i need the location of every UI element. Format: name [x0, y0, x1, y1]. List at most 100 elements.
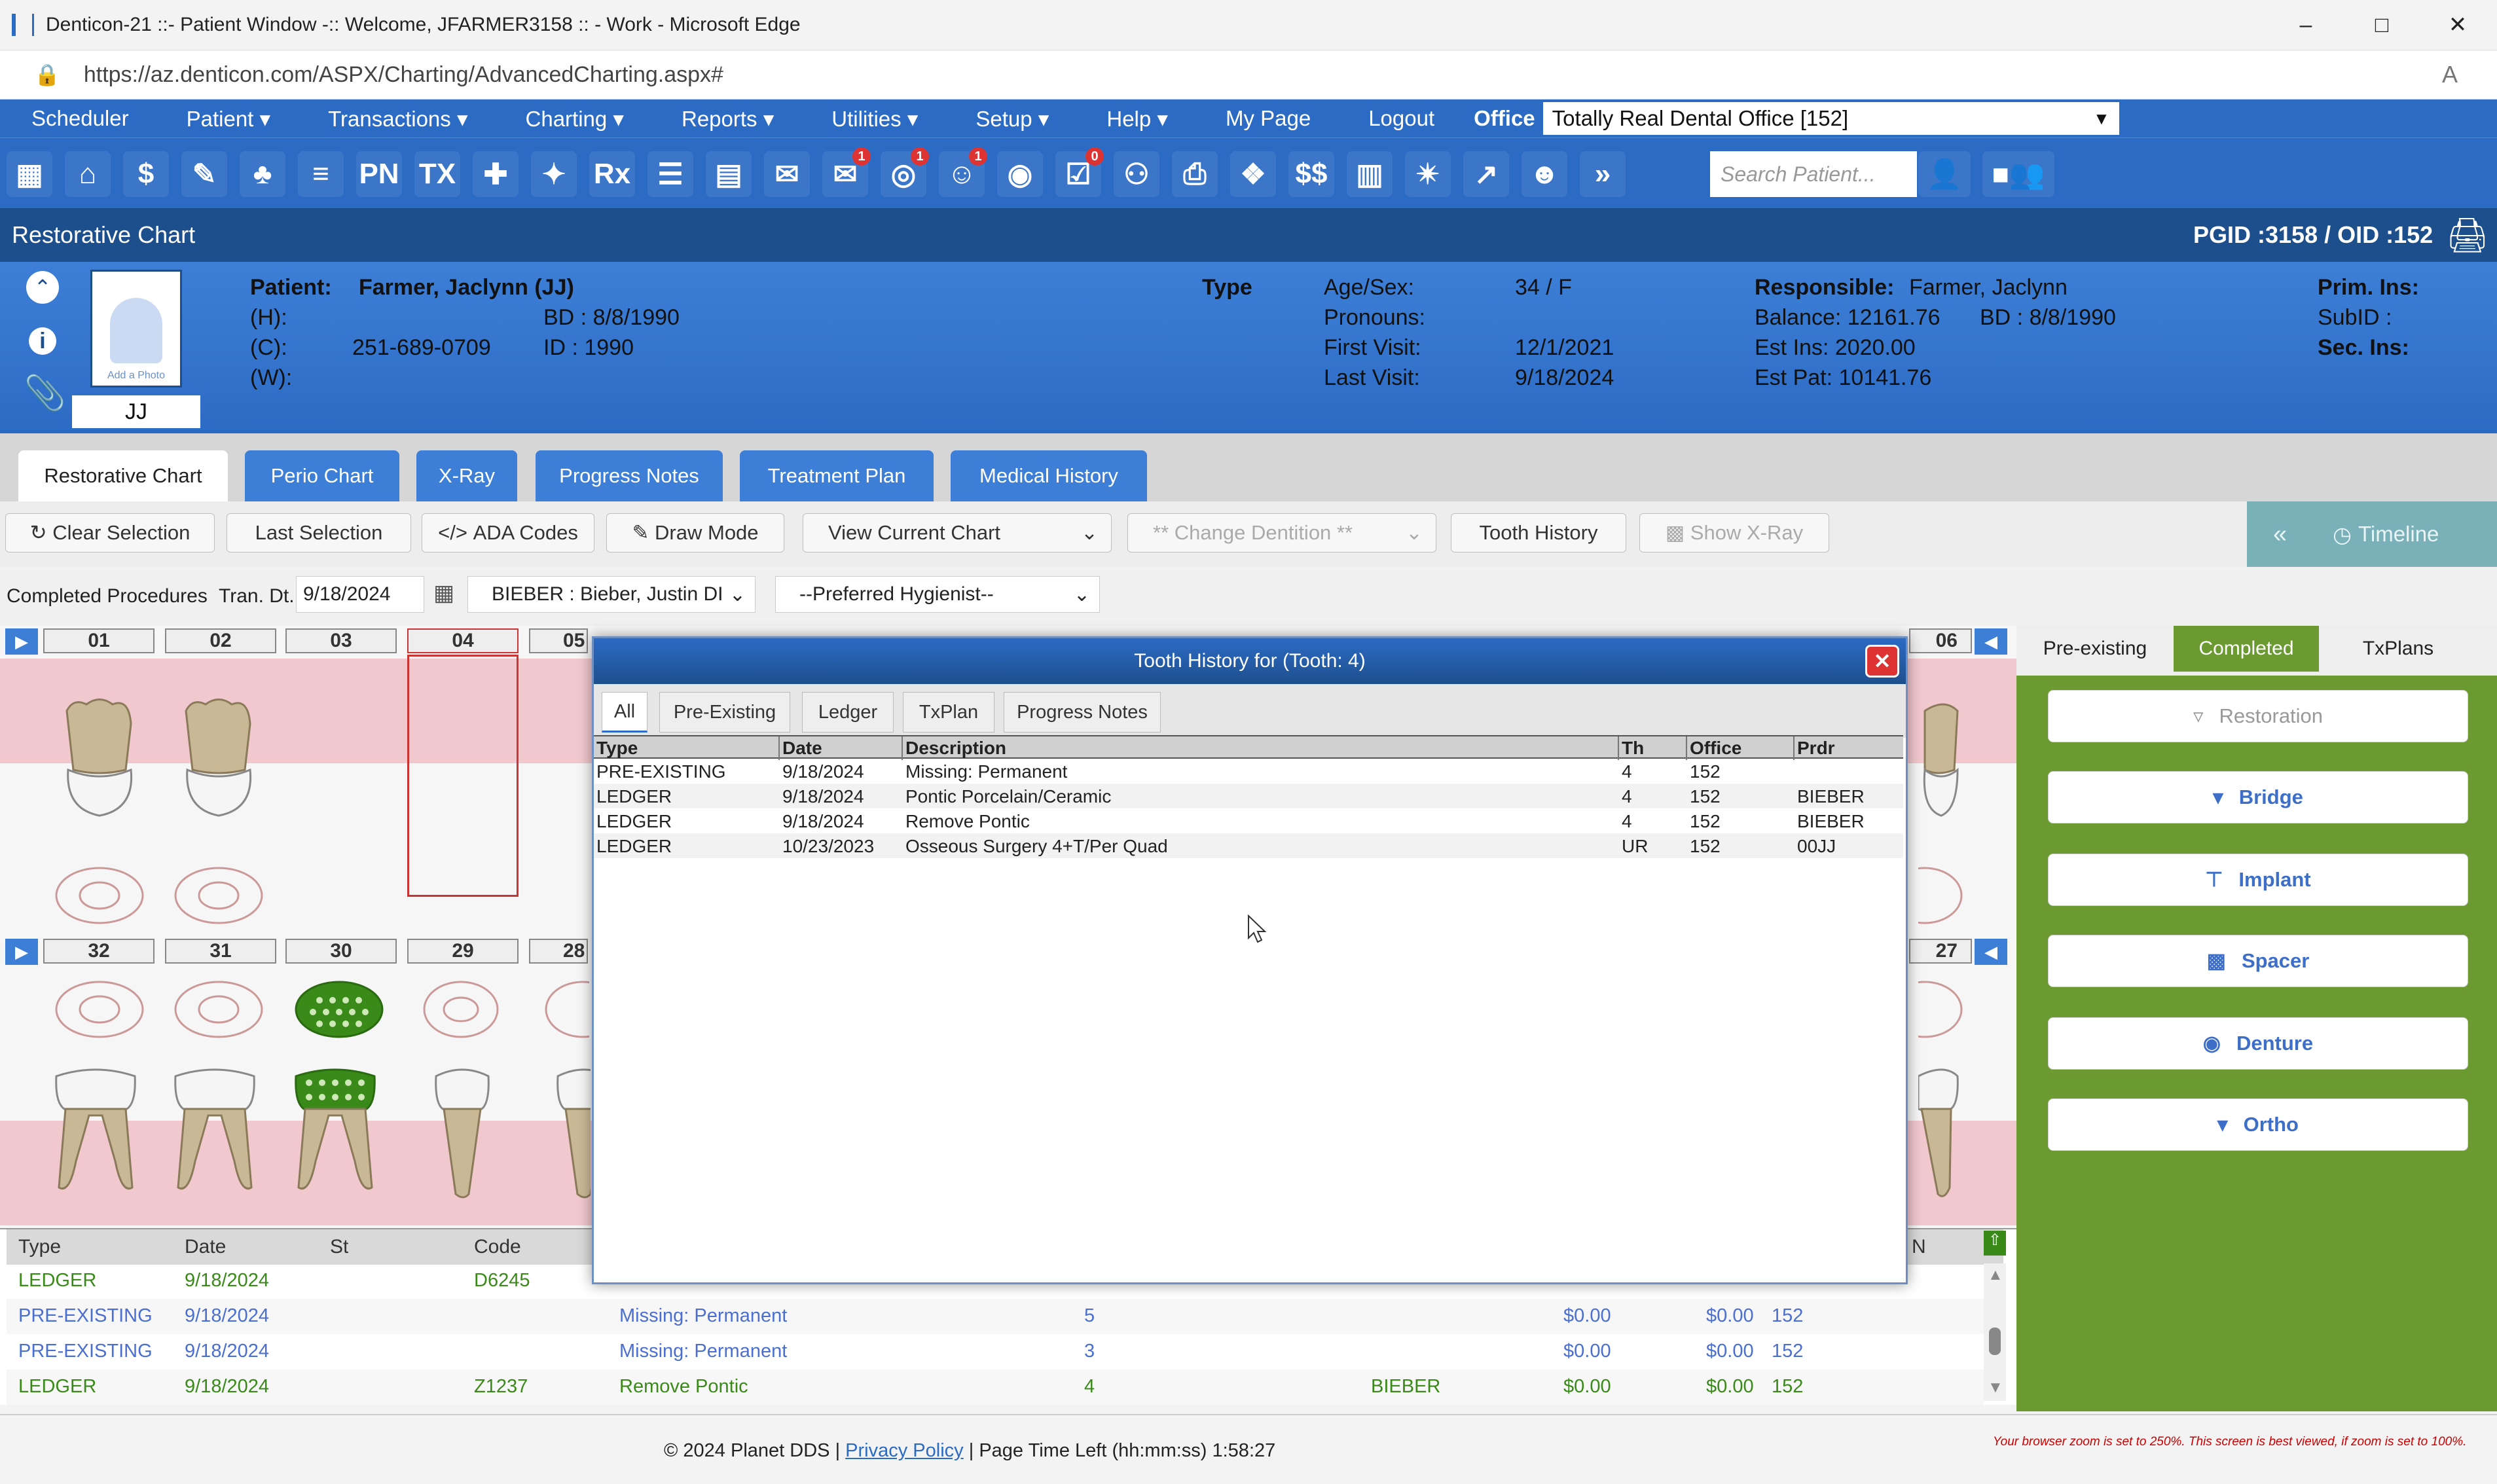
lower-right-arrow-icon[interactable]: ◀: [1975, 939, 2007, 965]
tooth-number-06[interactable]: 06: [1909, 628, 1972, 653]
dialog-tab-txplan[interactable]: TxPlan: [903, 692, 994, 733]
calendar-icon[interactable]: ▦: [7, 151, 52, 197]
history-row[interactable]: LEDGER 9/18/2024 Pontic Porcelain/Cerami…: [594, 784, 1903, 808]
tooth-icon[interactable]: ♣: [240, 151, 285, 197]
privacy-policy-link[interactable]: Privacy Policy: [845, 1440, 964, 1461]
add-patient-icon[interactable]: ✚: [473, 151, 519, 197]
ledger-icon[interactable]: ▥: [1347, 151, 1393, 197]
printer-icon[interactable]: ⎙: [1172, 151, 1218, 197]
tab-restorative-chart[interactable]: Restorative Chart: [18, 450, 228, 501]
menu-utilities[interactable]: Utilities ▾: [800, 106, 944, 132]
tooth-number-01[interactable]: 01: [43, 628, 155, 653]
tooth-29-occlusal-icon[interactable]: [415, 978, 507, 1041]
tooth-number-29[interactable]: 29: [407, 939, 519, 964]
change-dentition-select[interactable]: ** Change Dentition ** ⌄: [1127, 513, 1436, 552]
tasks-icon[interactable]: ☑ 0: [1055, 147, 1104, 197]
document-icon[interactable]: ▤: [706, 151, 752, 197]
tab-txplans[interactable]: TxPlans: [2324, 626, 2472, 672]
menu-my-page[interactable]: My Page: [1194, 106, 1337, 131]
tooth-32-icon[interactable]: [50, 1063, 141, 1201]
dcol-description[interactable]: Description: [905, 738, 1006, 759]
ada-codes-button[interactable]: </> ADA Codes: [422, 513, 594, 552]
table-row[interactable]: PRE-EXISTING 9/18/2024 Missing: Permanen…: [7, 1334, 1984, 1369]
view-current-chart-select[interactable]: View Current Chart ⌄: [803, 513, 1112, 552]
menu-setup[interactable]: Setup ▾: [944, 106, 1075, 132]
tooth-28-occlusal-icon[interactable]: [537, 978, 589, 1041]
tooth-history-button[interactable]: Tooth History: [1451, 513, 1626, 552]
table-row[interactable]: LEDGER 9/18/2024 Z1237 Remove Pontic 4 B…: [7, 1369, 1984, 1405]
provider-select[interactable]: BIEBER : Bieber, Justin DI ⌄: [467, 576, 756, 613]
read-aloud-icon[interactable]: A: [2442, 61, 2458, 88]
mail-icon[interactable]: ✉: [764, 151, 810, 197]
selected-tooth-04[interactable]: [407, 655, 519, 897]
tooth-number-03[interactable]: 03: [285, 628, 397, 653]
tooth-28-icon[interactable]: [538, 1063, 591, 1201]
restoration-button[interactable]: ▿ Restoration: [2048, 690, 2468, 742]
family-search-icon[interactable]: ■👥: [1982, 151, 2054, 197]
scroll-down-icon[interactable]: ▼: [1988, 1379, 2003, 1397]
tooth-number-30[interactable]: 30: [285, 939, 397, 964]
bridge-button[interactable]: ▾ Bridge: [2048, 771, 2468, 823]
tab-progress-notes[interactable]: Progress Notes: [536, 450, 723, 501]
patient-photo[interactable]: Add a Photo: [90, 270, 182, 388]
tooth-27-occlusal-icon[interactable]: [1918, 978, 1964, 1041]
table-scrollbar[interactable]: ▲ ▼: [1984, 1263, 2006, 1401]
tooth-29-icon[interactable]: [416, 1063, 508, 1201]
chart-icon[interactable]: ↗: [1463, 151, 1509, 197]
tooth-02-occlusal-icon[interactable]: [173, 864, 264, 927]
maximize-icon[interactable]: □: [2344, 0, 2420, 50]
tooth-27-icon[interactable]: [1918, 1063, 1964, 1201]
menu-patient[interactable]: Patient ▾: [155, 106, 297, 132]
menu-scheduler[interactable]: Scheduler: [0, 106, 155, 131]
scroll-thumb[interactable]: [1989, 1328, 2001, 1355]
upper-left-arrow-icon[interactable]: ▶: [5, 628, 38, 655]
dialog-tab-progress-notes[interactable]: Progress Notes: [1004, 692, 1161, 733]
office-select[interactable]: Totally Real Dental Office [152] ▼: [1542, 102, 2119, 135]
tab-pre-existing[interactable]: Pre-existing: [2023, 626, 2167, 672]
menu-charting[interactable]: Charting ▾: [494, 106, 650, 132]
menu-help[interactable]: Help ▾: [1075, 106, 1194, 132]
history-row[interactable]: LEDGER 9/18/2024 Remove Pontic 4 152 BIE…: [594, 808, 1903, 833]
minimize-icon[interactable]: –: [2268, 0, 2344, 50]
collapse-icon[interactable]: ⌃: [26, 271, 59, 304]
timeline-panel[interactable]: « ◷ Timeline: [2247, 501, 2497, 567]
dcol-office[interactable]: Office: [1690, 738, 1741, 759]
col-code[interactable]: Code: [474, 1236, 521, 1258]
notes-icon[interactable]: ✎: [181, 151, 227, 197]
dcol-prdr[interactable]: Prdr: [1797, 738, 1835, 759]
web-icon[interactable]: ◉: [997, 151, 1043, 197]
lower-left-arrow-icon[interactable]: ▶: [5, 939, 38, 965]
ortho-button[interactable]: ▾ Ortho: [2048, 1098, 2468, 1151]
clear-selection-button[interactable]: ↻ Clear Selection: [5, 513, 215, 552]
col-n[interactable]: N: [1912, 1236, 1926, 1258]
tran-date-input[interactable]: 9/18/2024: [296, 576, 424, 613]
tooth-31-occlusal-icon[interactable]: [173, 978, 264, 1041]
shield-icon[interactable]: ❖: [1230, 151, 1276, 197]
people-icon[interactable]: ⚇: [1114, 151, 1159, 197]
sms-icon[interactable]: ✉ 1: [822, 147, 871, 197]
tab-treatment-plan[interactable]: Treatment Plan: [740, 450, 934, 501]
chevrons-icon[interactable]: »: [1580, 151, 1626, 197]
network-icon[interactable]: ✴: [1405, 151, 1451, 197]
tooth-number-32[interactable]: 32: [43, 939, 155, 964]
last-selection-button[interactable]: Last Selection: [227, 513, 411, 552]
rx-icon[interactable]: Rx: [589, 151, 635, 197]
tooth-number-28[interactable]: 28: [529, 939, 588, 964]
globe-icon[interactable]: ◎ 1: [881, 147, 929, 197]
history-row[interactable]: PRE-EXISTING 9/18/2024 Missing: Permanen…: [594, 759, 1903, 784]
menu-logout[interactable]: Logout: [1337, 106, 1461, 131]
tab-completed[interactable]: Completed: [2174, 626, 2319, 672]
denture-button[interactable]: ◉ Denture: [2048, 1017, 2468, 1070]
tooth-number-04[interactable]: 04: [407, 628, 519, 653]
tooth-30-occlusal-icon[interactable]: [293, 978, 385, 1041]
tooth-30-icon[interactable]: [289, 1063, 381, 1201]
calendar-icon[interactable]: ▦: [433, 580, 454, 606]
user-circle-icon[interactable]: ☻: [1522, 151, 1567, 197]
tab-perio-chart[interactable]: Perio Chart: [245, 450, 399, 501]
tooth-32-occlusal-icon[interactable]: [54, 978, 145, 1041]
menu-transactions[interactable]: Transactions ▾: [297, 106, 494, 132]
tooth-number-02[interactable]: 02: [165, 628, 276, 653]
add-family-icon[interactable]: ✦: [531, 151, 577, 197]
history-row[interactable]: LEDGER 10/23/2023 Osseous Surgery 4+T/Pe…: [594, 833, 1903, 858]
spacer-button[interactable]: ▩ Spacer: [2048, 935, 2468, 987]
